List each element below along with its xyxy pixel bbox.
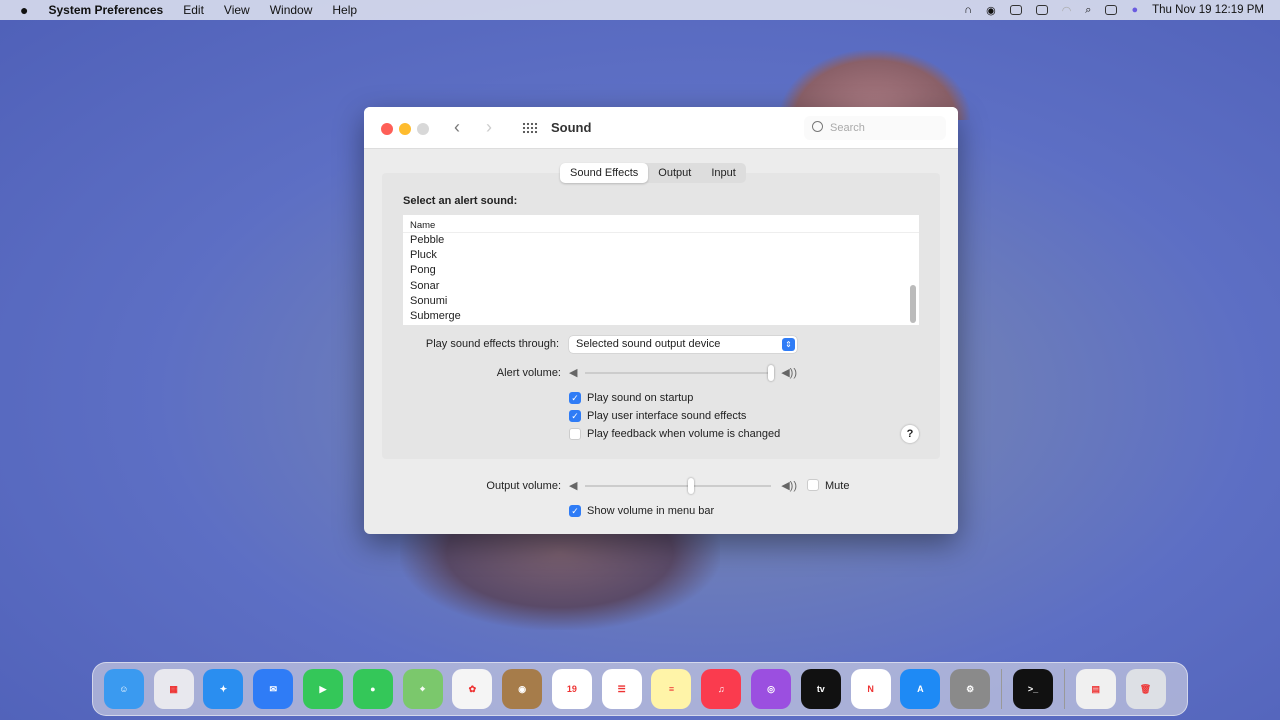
dock-tv[interactable]: tv: [800, 669, 841, 709]
play-through-select[interactable]: Selected sound output device ⇕: [569, 336, 797, 353]
volume-feedback-checkbox[interactable]: [569, 428, 581, 440]
dock-facetime[interactable]: ▶: [303, 669, 344, 709]
dock-music[interactable]: ♫: [701, 669, 742, 709]
tab-output[interactable]: Output: [648, 163, 701, 183]
search-icon: [812, 121, 823, 132]
dock-calendar[interactable]: 19: [551, 669, 592, 709]
chevron-updown-icon: ⇕: [782, 338, 795, 351]
column-header-name[interactable]: Name: [403, 215, 919, 233]
speaker-high-icon: ◀)): [781, 480, 797, 492]
window-title: Sound: [551, 120, 592, 135]
list-item[interactable]: Submerge: [403, 309, 919, 324]
headphones-icon[interactable]: ∩: [964, 4, 972, 16]
scrollbar[interactable]: [910, 285, 916, 323]
dock-finder[interactable]: ☺: [103, 669, 144, 709]
menu-edit[interactable]: Edit: [183, 3, 204, 17]
volume-feedback-label: Play feedback when volume is changed: [587, 428, 781, 440]
dock-messages[interactable]: ●: [352, 669, 393, 709]
dock-app-store[interactable]: A: [900, 669, 941, 709]
zoom-button[interactable]: [417, 123, 429, 135]
alert-sound-list[interactable]: Name Pebble Pluck Pong Sonar Sonumi Subm…: [403, 215, 919, 325]
apple-menu-icon[interactable]: ●: [20, 2, 28, 18]
alert-sound-heading: Select an alert sound:: [403, 195, 518, 207]
slider-track: [585, 372, 771, 374]
search-input[interactable]: Search: [804, 116, 946, 140]
dock-separator: [1001, 669, 1003, 709]
show-volume-checkbox[interactable]: ✓: [569, 505, 581, 517]
wifi-icon[interactable]: ◠: [1062, 4, 1072, 17]
startup-sound-label: Play sound on startup: [587, 392, 694, 404]
forward-chevron-icon[interactable]: ›: [486, 117, 492, 138]
mute-checkbox[interactable]: [807, 479, 819, 491]
dock-reminders[interactable]: ☰: [601, 669, 642, 709]
dock: ☺ ▦ ✦ ✉ ▶ ● ⌖ ✿ ◉ 19 ☰ ≡ ♫ ◎ tv N A ⚙ >_ ▤ 🗑: [92, 662, 1188, 716]
control-center-icon[interactable]: [1105, 5, 1118, 15]
menu-window[interactable]: Window: [270, 3, 313, 17]
list-item[interactable]: Sonar: [403, 279, 919, 294]
dock-notes[interactable]: ≡: [651, 669, 692, 709]
show-all-grid-icon[interactable]: [522, 122, 538, 134]
search-placeholder: Search: [830, 122, 865, 134]
sound-preferences-window: ‹ › Sound Search Sound Effects Output In…: [364, 107, 958, 534]
list-item[interactable]: Pluck: [403, 248, 919, 263]
alert-volume-label: Alert volume:: [496, 367, 561, 379]
alert-volume-slider[interactable]: ◀ ◀)): [569, 365, 797, 381]
back-chevron-icon[interactable]: ‹: [454, 117, 460, 138]
slider-knob[interactable]: [768, 365, 774, 381]
help-button[interactable]: ?: [901, 425, 919, 443]
ui-sound-effects-label: Play user interface sound effects: [587, 410, 747, 422]
slider-track: [585, 485, 771, 487]
tab-bar: Sound Effects Output Input: [560, 163, 746, 183]
dock-separator: [1063, 669, 1065, 709]
search-icon[interactable]: ⌕: [1085, 4, 1091, 17]
dock-photos[interactable]: ✿: [452, 669, 493, 709]
play-through-value: Selected sound output device: [576, 338, 721, 350]
tab-sound-effects[interactable]: Sound Effects: [560, 163, 649, 183]
dock-contacts[interactable]: ◉: [502, 669, 543, 709]
user-icon[interactable]: ◉: [986, 4, 996, 17]
slider-knob[interactable]: [688, 478, 695, 494]
dock-news[interactable]: N: [850, 669, 891, 709]
dock-maps[interactable]: ⌖: [402, 669, 443, 709]
speaker-low-icon: ◀: [569, 480, 578, 492]
startup-sound-checkbox[interactable]: ✓: [569, 392, 581, 404]
ui-sound-effects-checkbox[interactable]: ✓: [569, 410, 581, 422]
list-item[interactable]: Sonumi: [403, 294, 919, 309]
menu-help[interactable]: Help: [332, 3, 357, 17]
speaker-low-icon: ◀: [569, 367, 578, 379]
menu-app-name[interactable]: System Preferences: [48, 3, 163, 17]
tab-input[interactable]: Input: [701, 163, 745, 183]
dock-document[interactable]: ▤: [1075, 669, 1116, 709]
show-volume-label: Show volume in menu bar: [587, 505, 715, 517]
speaker-high-icon: ◀)): [781, 367, 797, 379]
display-icon[interactable]: [1009, 5, 1022, 15]
list-item[interactable]: Pebble: [403, 233, 919, 248]
dock-launchpad[interactable]: ▦: [153, 669, 194, 709]
menu-view[interactable]: View: [224, 3, 250, 17]
clock[interactable]: Thu Nov 19 12:19 PM: [1152, 4, 1264, 16]
window-icon[interactable]: [1035, 5, 1048, 15]
mute-label: Mute: [825, 480, 850, 492]
play-through-label: Play sound effects through:: [425, 338, 559, 350]
output-volume-slider[interactable]: ◀ ◀)): [569, 478, 797, 494]
wallpaper-rock: [400, 520, 720, 630]
dock-safari[interactable]: ✦: [203, 669, 244, 709]
dock-system-preferences[interactable]: ⚙: [950, 669, 991, 709]
dock-terminal[interactable]: >_: [1012, 669, 1053, 709]
list-item[interactable]: Pong: [403, 263, 919, 278]
output-volume-label: Output volume:: [486, 480, 561, 492]
menu-bar: ● System Preferences Edit View Window He…: [0, 0, 1280, 20]
dock-podcasts[interactable]: ◎: [751, 669, 792, 709]
dock-mail[interactable]: ✉: [253, 669, 294, 709]
title-bar: ‹ › Sound Search: [364, 107, 958, 149]
dock-trash[interactable]: 🗑: [1125, 669, 1166, 709]
siri-icon[interactable]: ●: [1131, 4, 1138, 16]
close-button[interactable]: [381, 123, 393, 135]
minimize-button[interactable]: [399, 123, 411, 135]
